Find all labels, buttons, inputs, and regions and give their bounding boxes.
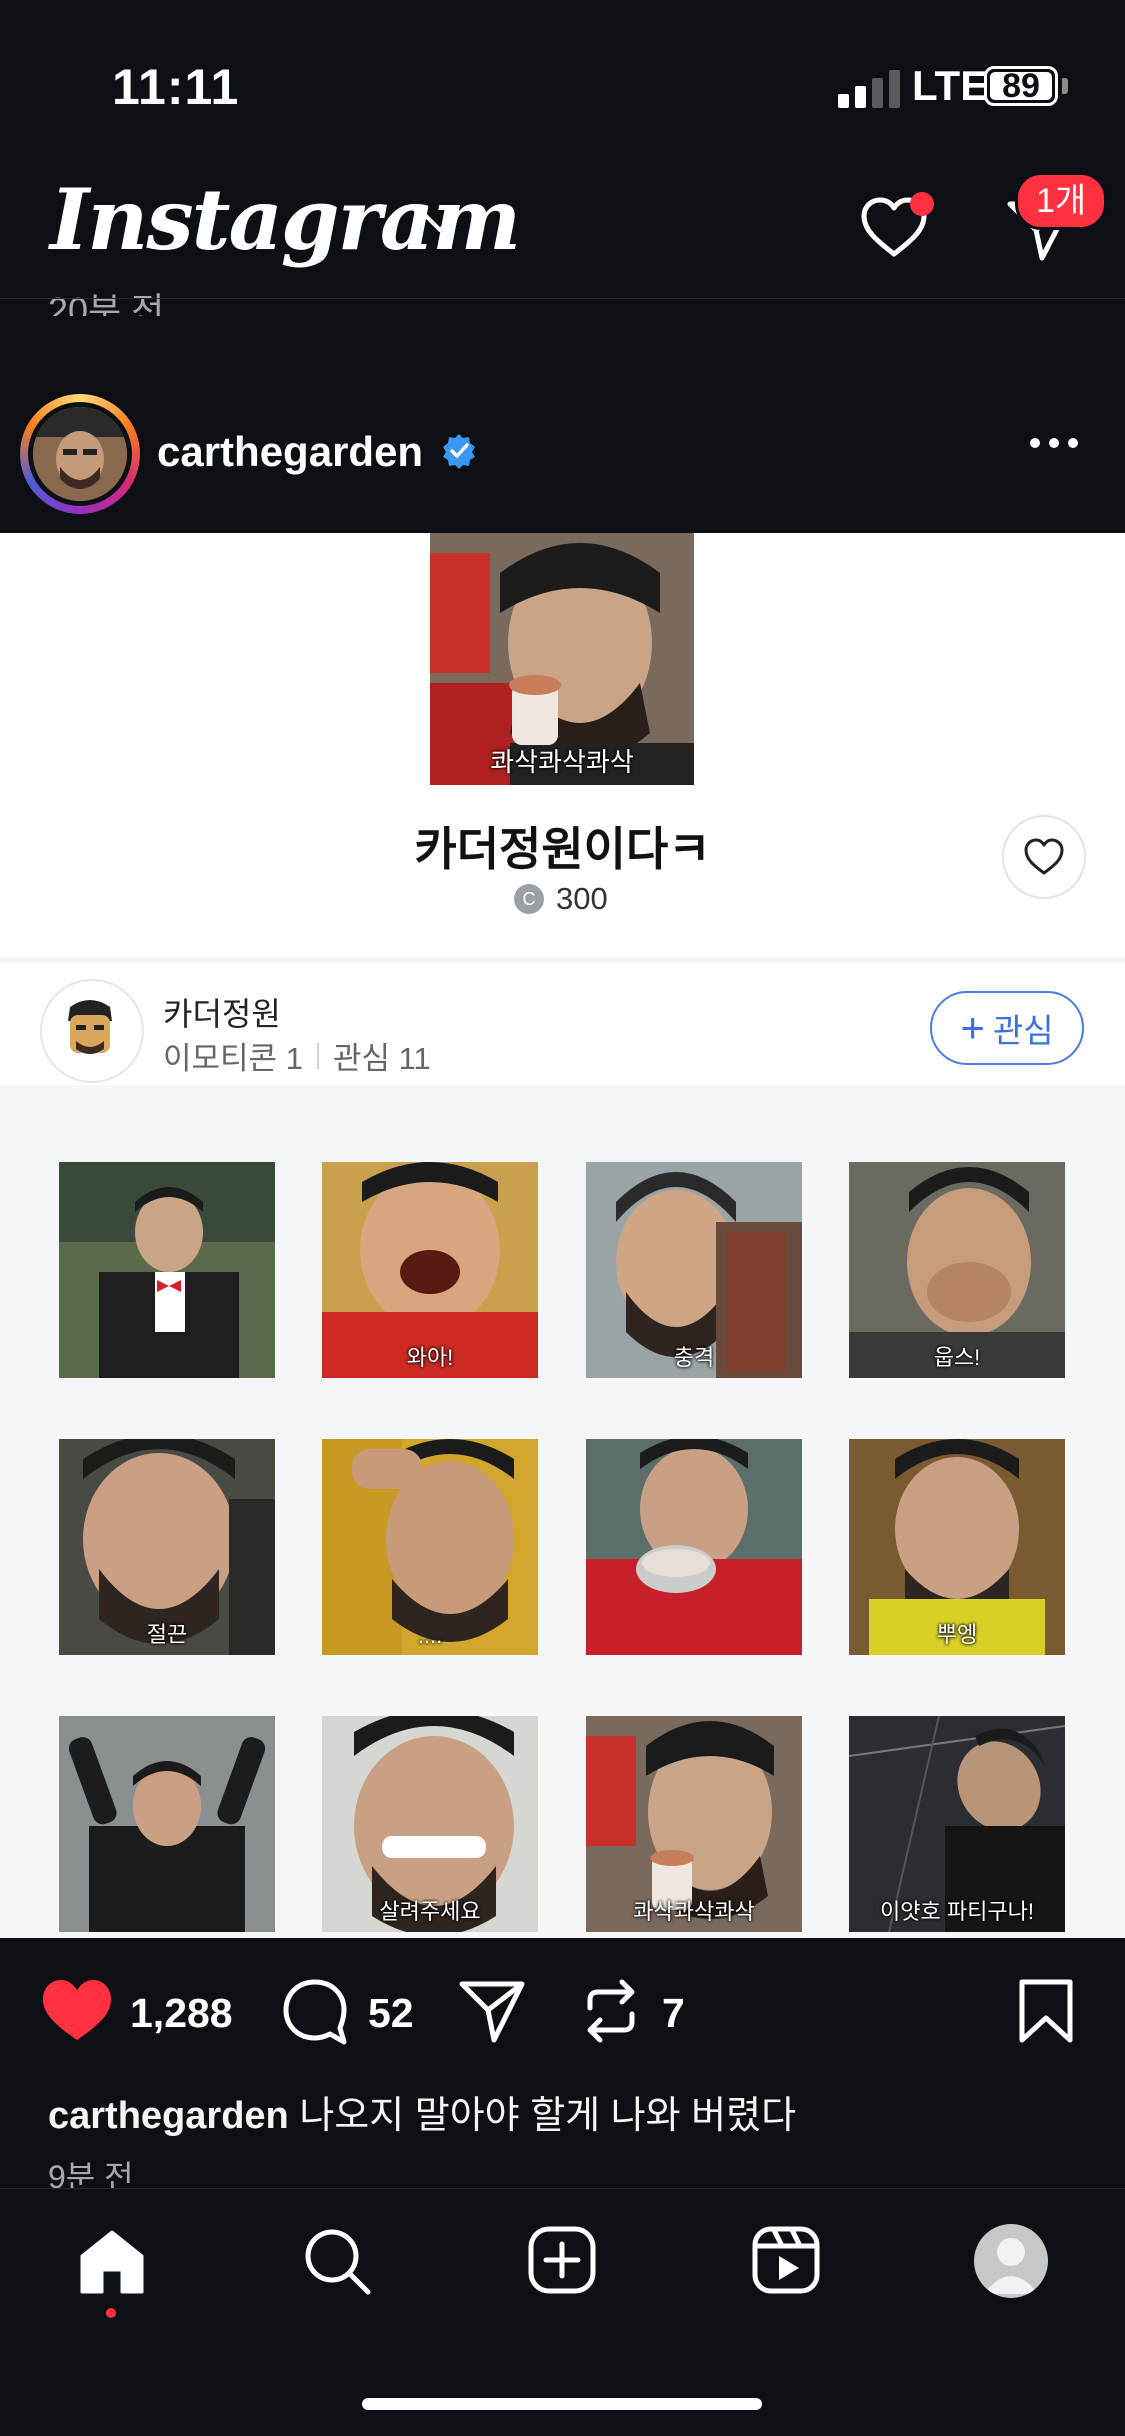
battery-icon: 89 xyxy=(984,66,1058,106)
sticker-item[interactable]: 충격 xyxy=(586,1162,802,1378)
post-media-emoticon-card[interactable]: 콰삭콰삭콰삭 카더정원이다ㅋ C 300 카더정원 이모티콘 1 관심 11 +… xyxy=(0,533,1125,1938)
home-indicator[interactable] xyxy=(362,2398,762,2410)
reels-icon[interactable] xyxy=(750,2224,822,2296)
creator-avatar[interactable] xyxy=(40,979,144,1083)
comment-icon[interactable] xyxy=(280,1976,350,2046)
coin-icon: C xyxy=(514,884,544,914)
status-time: 11:11 xyxy=(112,59,240,115)
sticker-item[interactable]: 살려주세요 xyxy=(322,1716,538,1932)
network-type: LTE xyxy=(912,62,989,109)
post-actions xyxy=(0,1938,1125,2188)
header-divider xyxy=(0,298,1125,299)
verified-badge-icon xyxy=(443,434,475,469)
home-active-dot xyxy=(106,2308,116,2318)
previous-post-time: 20분 전 xyxy=(48,290,165,316)
sticker-item[interactable]: 콰삭콰삭콰삭 xyxy=(586,1716,802,1932)
emoticon-hero-image: 콰삭콰삭콰삭 xyxy=(430,533,694,785)
caption-text: 나오지 말아야 할게 나와 버렸다 xyxy=(299,2095,797,2137)
emoticon-like-button[interactable] xyxy=(1002,815,1086,899)
notification-dot xyxy=(910,192,934,216)
creator-interest-count: 관심 11 xyxy=(332,1041,431,1076)
battery-level: 89 xyxy=(1002,66,1040,105)
repost-count[interactable]: 7 xyxy=(662,1990,685,2037)
caption-username[interactable]: carthegarden xyxy=(48,2095,289,2137)
follow-button[interactable]: + 관심 xyxy=(930,991,1084,1065)
search-icon[interactable] xyxy=(300,2224,374,2298)
sticker-item[interactable]: 절끈 xyxy=(59,1439,275,1655)
repost-icon[interactable] xyxy=(576,1976,646,2046)
avatar[interactable] xyxy=(28,402,132,506)
sticker-item[interactable] xyxy=(59,1716,275,1932)
more-options-icon[interactable] xyxy=(1030,438,1078,448)
post-username[interactable]: carthegarden xyxy=(157,428,423,476)
profile-avatar[interactable] xyxy=(974,2224,1048,2298)
share-icon[interactable] xyxy=(456,1976,528,2046)
signal-icon xyxy=(838,70,900,108)
chevron-down-icon[interactable] xyxy=(420,208,460,238)
hero-caption: 콰삭콰삭콰삭 xyxy=(490,747,634,777)
sticker-item[interactable] xyxy=(586,1439,802,1655)
sticker-item[interactable]: 웁스! xyxy=(849,1162,1065,1378)
dm-badge: 1개 xyxy=(1015,172,1108,230)
like-count[interactable]: 1,288 xyxy=(130,1990,233,2037)
sticker-item[interactable]: 와아! xyxy=(322,1162,538,1378)
post-caption: carthegarden 나오지 말아야 할게 나와 버렸다 xyxy=(48,2084,796,2139)
price-value: 300 xyxy=(556,881,608,916)
emoticon-price: C 300 xyxy=(514,881,608,917)
create-post-icon[interactable] xyxy=(526,2224,598,2296)
heart-outline-icon xyxy=(1024,838,1064,875)
battery-cap xyxy=(1062,78,1068,94)
sticker-item[interactable]: .... xyxy=(322,1439,538,1655)
bookmark-icon[interactable] xyxy=(1014,1976,1078,2046)
sticker-item[interactable]: 이얏호 파티구나! xyxy=(849,1716,1065,1932)
sticker-item[interactable] xyxy=(59,1162,275,1378)
sticker-item[interactable]: 뿌엥 xyxy=(849,1439,1065,1655)
home-icon[interactable] xyxy=(76,2226,148,2298)
creator-emoticon-count: 이모티콘 1 xyxy=(163,1041,303,1076)
like-filled-icon[interactable] xyxy=(40,1976,114,2044)
comment-count[interactable]: 52 xyxy=(368,1990,414,2037)
meta-separator xyxy=(316,1042,319,1069)
follow-label: 관심 xyxy=(992,1012,1054,1049)
plus-icon: + xyxy=(960,1004,985,1051)
emoticon-title: 카더정원이다ㅋ xyxy=(414,823,711,875)
creator-name[interactable]: 카더정원 xyxy=(163,989,281,1035)
creator-meta: 이모티콘 1 관심 11 xyxy=(163,1033,431,1078)
